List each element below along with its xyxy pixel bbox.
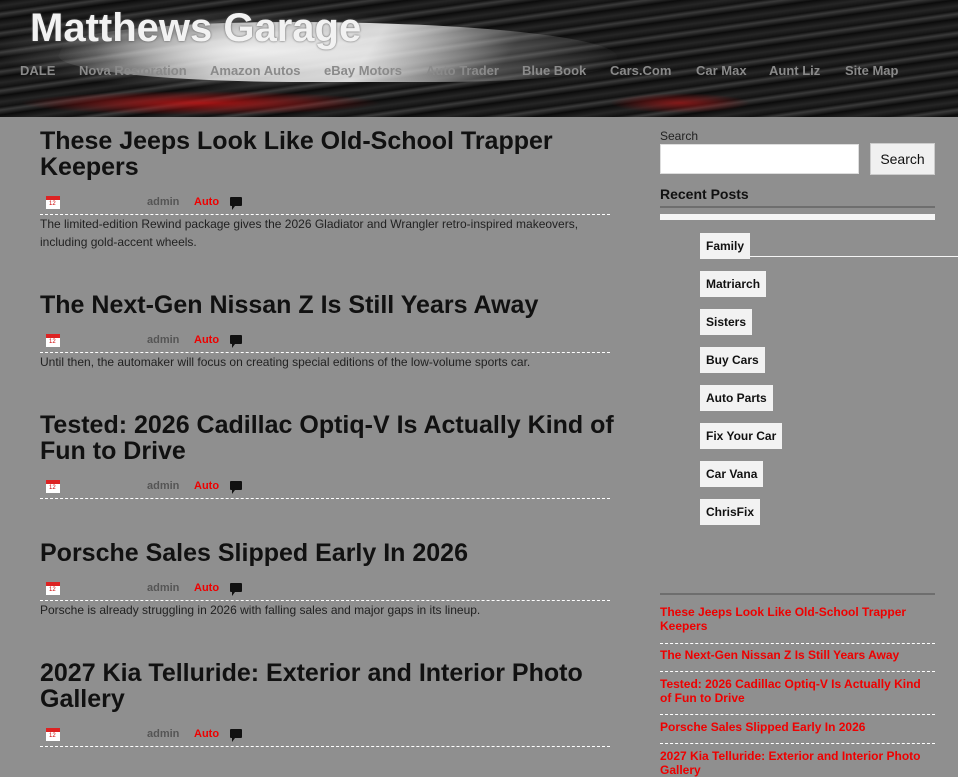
post-title[interactable]: The Next-Gen Nissan Z Is Still Years Awa…	[40, 292, 615, 318]
calendar-icon: 12	[46, 728, 60, 741]
post-meta: 12 admin Auto	[40, 580, 610, 601]
comment-icon[interactable]	[230, 197, 242, 210]
divider	[660, 214, 935, 220]
comment-icon[interactable]	[230, 481, 242, 494]
sidebar-menu-sisters[interactable]: Sisters	[700, 309, 753, 335]
nav-auto-trader[interactable]: Auto Trader	[426, 63, 499, 78]
comment-icon[interactable]	[230, 583, 242, 596]
search-label: Search	[660, 129, 699, 143]
post-title[interactable]: 2027 Kia Telluride: Exterior and Interio…	[40, 660, 615, 712]
nav-car-max[interactable]: Car Max	[696, 63, 747, 78]
sidebar-menu-car-vana[interactable]: Car Vana	[700, 461, 764, 487]
post-category[interactable]: Auto	[194, 334, 219, 346]
sidebar-menu-chrisfix[interactable]: ChrisFix	[700, 499, 761, 525]
search-input[interactable]	[660, 144, 859, 174]
nav-site-map[interactable]: Site Map	[845, 63, 898, 78]
post-title[interactable]: Tested: 2026 Cadillac Optiq-V Is Actuall…	[40, 412, 615, 464]
recent-post-link[interactable]: These Jeeps Look Like Old-School Trapper…	[660, 605, 930, 633]
sidebar-menu-buy-cars[interactable]: Buy Cars	[700, 347, 765, 373]
nav-dale[interactable]: DALE	[20, 63, 55, 78]
post-title[interactable]: Porsche Sales Slipped Early In 2026	[40, 540, 615, 566]
comment-icon[interactable]	[230, 729, 242, 742]
post-excerpt: Porsche is already struggling in 2026 wi…	[40, 603, 481, 617]
nav-cars-com[interactable]: Cars.Com	[610, 63, 671, 78]
site-header: Matthews Garage DALE Nova Restoration Am…	[0, 0, 958, 117]
recent-post-link[interactable]: 2027 Kia Telluride: Exterior and Interio…	[660, 749, 930, 777]
post-author[interactable]: admin	[147, 196, 179, 208]
post-meta: 12 admin Auto	[40, 194, 610, 215]
post-category[interactable]: Auto	[194, 582, 219, 594]
nav-blue-book[interactable]: Blue Book	[522, 63, 586, 78]
nav-ebay-motors[interactable]: eBay Motors	[324, 63, 402, 78]
nav-nova-restoration[interactable]: Nova Restoration	[79, 63, 187, 78]
post-category[interactable]: Auto	[194, 196, 219, 208]
divider	[660, 671, 935, 672]
sidebar-menu-auto-parts[interactable]: Auto Parts	[700, 385, 773, 411]
divider	[660, 743, 935, 744]
sidebar-menu-family[interactable]: Family	[700, 233, 751, 259]
recent-posts-title: Recent Posts	[660, 186, 749, 202]
calendar-icon: 12	[46, 196, 60, 209]
nav-amazon-autos[interactable]: Amazon Autos	[210, 63, 301, 78]
post-author[interactable]: admin	[147, 728, 179, 740]
comment-icon[interactable]	[230, 335, 242, 348]
recent-post-link[interactable]: Porsche Sales Slipped Early In 2026	[660, 720, 930, 734]
divider	[750, 256, 958, 257]
nav-aunt-liz[interactable]: Aunt Liz	[769, 63, 820, 78]
post-meta: 12 admin Auto	[40, 726, 610, 747]
divider	[660, 593, 935, 595]
main-nav: DALE Nova Restoration Amazon Autos eBay …	[0, 63, 958, 81]
recent-post-link[interactable]: Tested: 2026 Cadillac Optiq-V Is Actuall…	[660, 677, 930, 705]
calendar-icon: 12	[46, 334, 60, 347]
post-category[interactable]: Auto	[194, 728, 219, 740]
post-category[interactable]: Auto	[194, 480, 219, 492]
post-author[interactable]: admin	[147, 334, 179, 346]
divider	[660, 714, 935, 715]
post-title[interactable]: These Jeeps Look Like Old-School Trapper…	[40, 128, 615, 180]
post-excerpt: Until then, the automaker will focus on …	[40, 355, 531, 369]
post-meta: 12 admin Auto	[40, 478, 610, 499]
site-title[interactable]: Matthews Garage	[30, 6, 361, 51]
divider	[660, 206, 935, 208]
recent-post-link[interactable]: The Next-Gen Nissan Z Is Still Years Awa…	[660, 648, 930, 662]
post-author[interactable]: admin	[147, 582, 179, 594]
post-meta: 12 admin Auto	[40, 332, 610, 353]
sidebar-menu-fix-your-car[interactable]: Fix Your Car	[700, 423, 783, 449]
calendar-icon: 12	[46, 480, 60, 493]
post-excerpt: The limited-edition Rewind package gives…	[40, 217, 579, 249]
divider	[660, 643, 935, 644]
search-button[interactable]: Search	[870, 143, 935, 175]
calendar-icon: 12	[46, 582, 60, 595]
post-author[interactable]: admin	[147, 480, 179, 492]
sidebar-menu-matriarch[interactable]: Matriarch	[700, 271, 767, 297]
